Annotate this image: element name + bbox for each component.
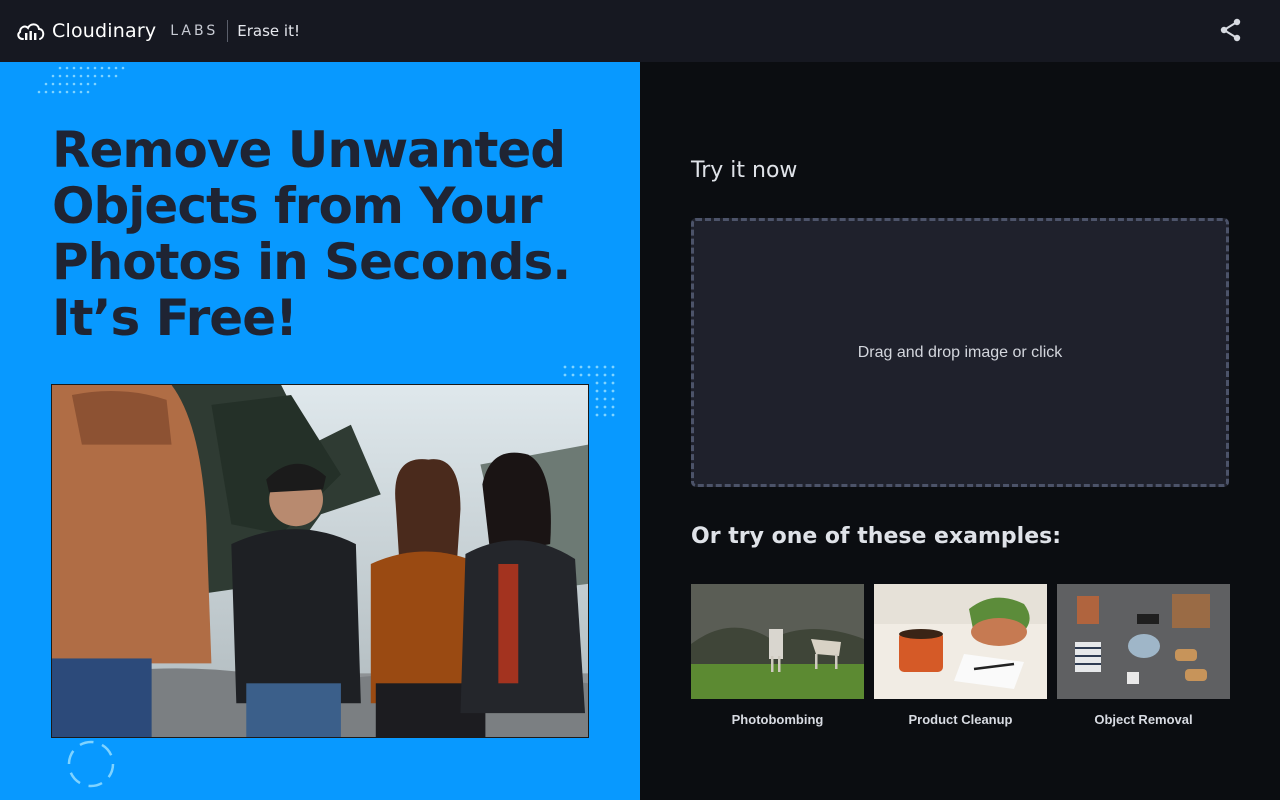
example-thumbnail — [874, 584, 1047, 699]
hero-headline: Remove Unwanted Objects from Your Photos… — [52, 122, 612, 346]
headline-line: It’s Free! — [52, 289, 298, 347]
example-object-removal[interactable]: Object Removal — [1057, 584, 1230, 727]
example-thumbnail — [691, 584, 864, 699]
dropzone-text: Drag and drop image or click — [857, 343, 1063, 361]
headline-line: Photos in Seconds. — [52, 233, 571, 291]
share-icon[interactable] — [1218, 17, 1244, 43]
cloud-logo-icon — [17, 23, 45, 40]
decorative-ring — [67, 740, 115, 788]
example-label: Product Cleanup — [908, 712, 1013, 727]
hero-photo — [51, 384, 589, 738]
decorative-dots — [37, 66, 125, 94]
header-divider — [227, 20, 229, 42]
try-title: Try it now — [691, 158, 798, 183]
hero-panel: Remove Unwanted Objects from Your Photos… — [0, 62, 640, 800]
labs-label: LABS — [170, 23, 219, 39]
top-bar: Cloudinary LABS Erase it! — [0, 0, 1280, 62]
examples-list: Photobombing Product Cleanup Object Remo… — [691, 584, 1230, 727]
examples-title: Or try one of these examples: — [691, 524, 1062, 549]
upload-dropzone[interactable]: Drag and drop image or click — [691, 218, 1229, 487]
cloudinary-logo[interactable]: Cloudinary LABS — [16, 20, 218, 42]
headline-line: Remove Unwanted — [52, 121, 566, 179]
example-label: Object Removal — [1094, 712, 1193, 727]
upload-panel: Try it now Drag and drop image or click … — [640, 62, 1280, 800]
example-label: Photobombing — [731, 712, 824, 727]
product-name: Erase it! — [237, 22, 300, 40]
headline-line: Objects from Your — [52, 177, 543, 235]
example-thumbnail — [1057, 584, 1230, 699]
example-product-cleanup[interactable]: Product Cleanup — [874, 584, 1047, 727]
brand-name: Cloudinary — [52, 20, 157, 42]
example-photobombing[interactable]: Photobombing — [691, 584, 864, 727]
